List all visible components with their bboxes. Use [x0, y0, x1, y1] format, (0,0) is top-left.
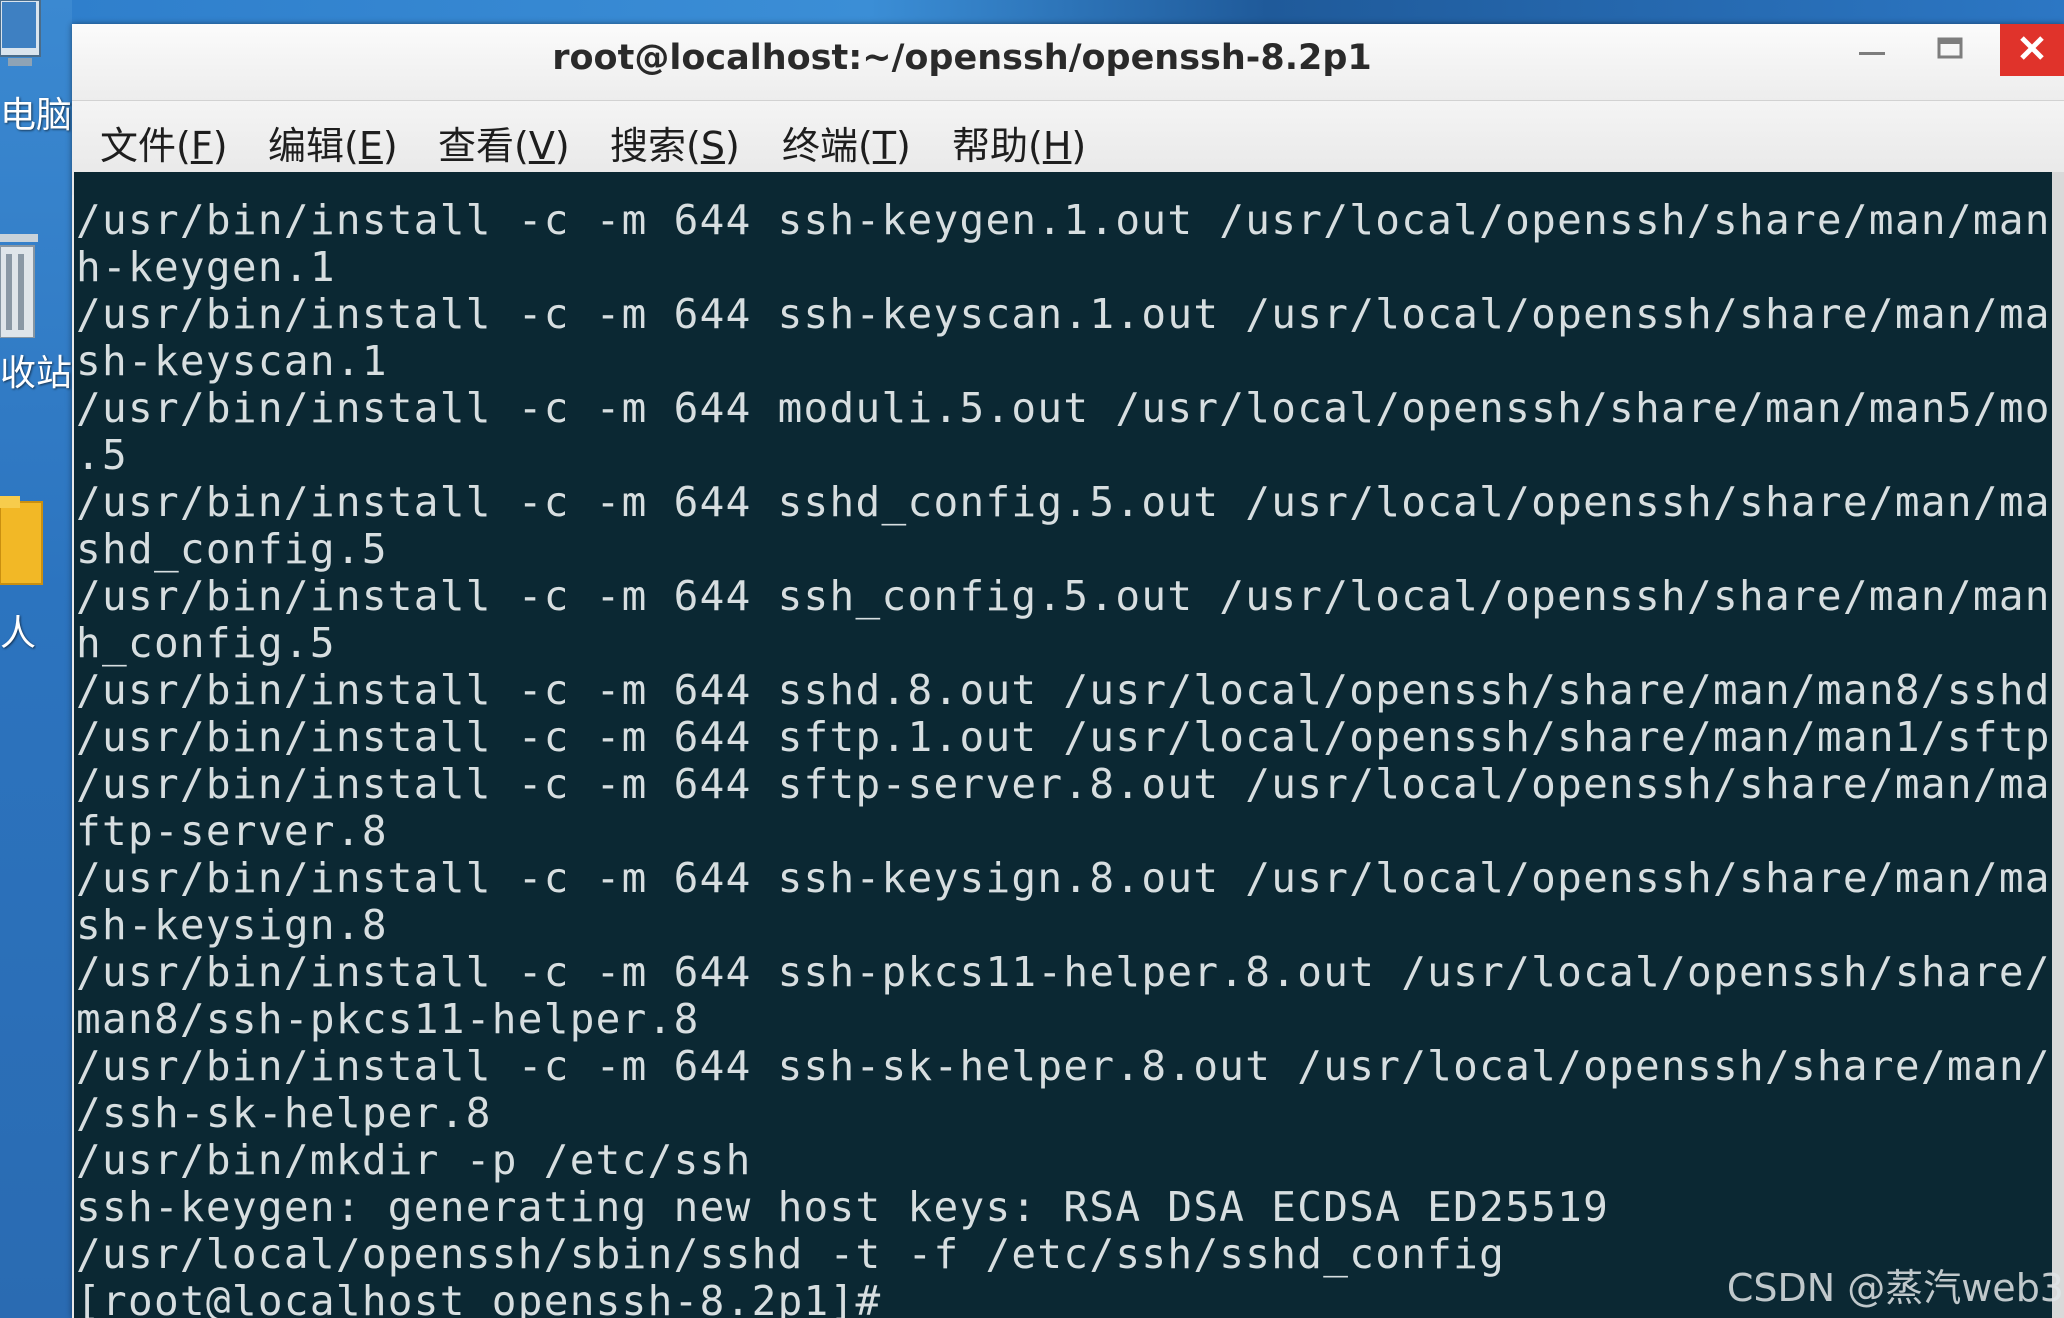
terminal-output[interactable]: /usr/bin/install -c -m 644 ssh-keygen.1.…: [74, 172, 2062, 1318]
menu-file[interactable]: 文件(F): [100, 115, 228, 170]
desktop-label-home: 人: [0, 614, 37, 654]
terminal-line: /usr/bin/mkdir -p /etc/ssh: [76, 1136, 752, 1184]
terminal-line: /usr/bin/install -c -m 644 ssh-keyscan.1…: [76, 290, 2062, 338]
terminal-line: /usr/bin/install -c -m 644 moduli.5.out …: [76, 384, 2062, 432]
scrollbar[interactable]: [2052, 172, 2064, 1318]
title-bar[interactable]: root@localhost:~/openssh/openssh-8.2p1: [72, 24, 2064, 101]
menu-view[interactable]: 查看(V): [438, 115, 570, 170]
terminal-line: .5: [76, 431, 128, 479]
terminal-line: sh-keysign.8: [76, 901, 388, 949]
terminal-line: /usr/bin/install -c -m 644 sftp.1.out /u…: [76, 713, 2062, 761]
terminal-line: shd_config.5: [76, 525, 388, 573]
terminal-line: sh-keyscan.1: [76, 337, 388, 385]
terminal-line: /usr/bin/install -c -m 644 ssh-keygen.1.…: [76, 196, 2062, 244]
desktop-label-computer: 电脑: [0, 96, 73, 136]
terminal-line: ftp-server.8: [76, 807, 388, 855]
close-button[interactable]: [2000, 24, 2064, 76]
close-icon: [2020, 36, 2044, 60]
menu-edit[interactable]: 编辑(E): [268, 115, 398, 170]
terminal-line: /usr/bin/install -c -m 644 sshd.8.out /u…: [76, 666, 2062, 714]
terminal-line: /usr/bin/install -c -m 644 ssh-sk-helper…: [76, 1042, 2062, 1090]
maximize-button[interactable]: [1910, 24, 1988, 76]
minimize-button[interactable]: [1832, 24, 1910, 76]
terminal-line: h-keygen.1: [76, 243, 336, 291]
desktop-label-trash: 收站: [0, 354, 73, 394]
terminal-line: /usr/bin/install -c -m 644 ssh_config.5.…: [76, 572, 2062, 620]
minimize-icon: [1859, 52, 1885, 55]
terminal-line: /ssh-sk-helper.8: [76, 1089, 492, 1137]
terminal-line: h_config.5: [76, 619, 336, 667]
terminal-line: /usr/local/openssh/sbin/sshd -t -f /etc/…: [76, 1230, 1506, 1278]
terminal-prompt[interactable]: [root@localhost openssh-8.2p1]#: [76, 1278, 882, 1318]
menu-help[interactable]: 帮助(H): [952, 115, 1086, 170]
terminal-line: man8/ssh-pkcs11-helper.8: [76, 995, 700, 1043]
desktop-icons-column: 电脑 收站 人: [0, 0, 72, 1318]
desktop-wallpaper: [72, 0, 2064, 26]
computer-icon[interactable]: [0, 0, 44, 70]
terminal-line: ssh-keygen: generating new host keys: RS…: [76, 1183, 1610, 1231]
terminal-line: /usr/bin/install -c -m 644 ssh-pkcs11-he…: [76, 948, 2062, 996]
maximize-icon: [1937, 37, 1963, 59]
folder-icon[interactable]: [0, 496, 44, 586]
terminal-line: /usr/bin/install -c -m 644 sshd_config.5…: [76, 478, 2062, 526]
window-title: root@localhost:~/openssh/openssh-8.2p1: [552, 38, 1372, 78]
trash-icon[interactable]: [0, 228, 44, 338]
terminal-line: /usr/bin/install -c -m 644 sftp-server.8…: [76, 760, 2062, 808]
watermark: CSDN @蒸汽web3: [1726, 1266, 2064, 1310]
terminal-line: /usr/bin/install -c -m 644 ssh-keysign.8…: [76, 854, 2062, 902]
terminal-window: root@localhost:~/openssh/openssh-8.2p1 文…: [72, 24, 2064, 1318]
menu-search[interactable]: 搜索(S): [610, 115, 740, 170]
menu-terminal[interactable]: 终端(T): [782, 115, 911, 170]
